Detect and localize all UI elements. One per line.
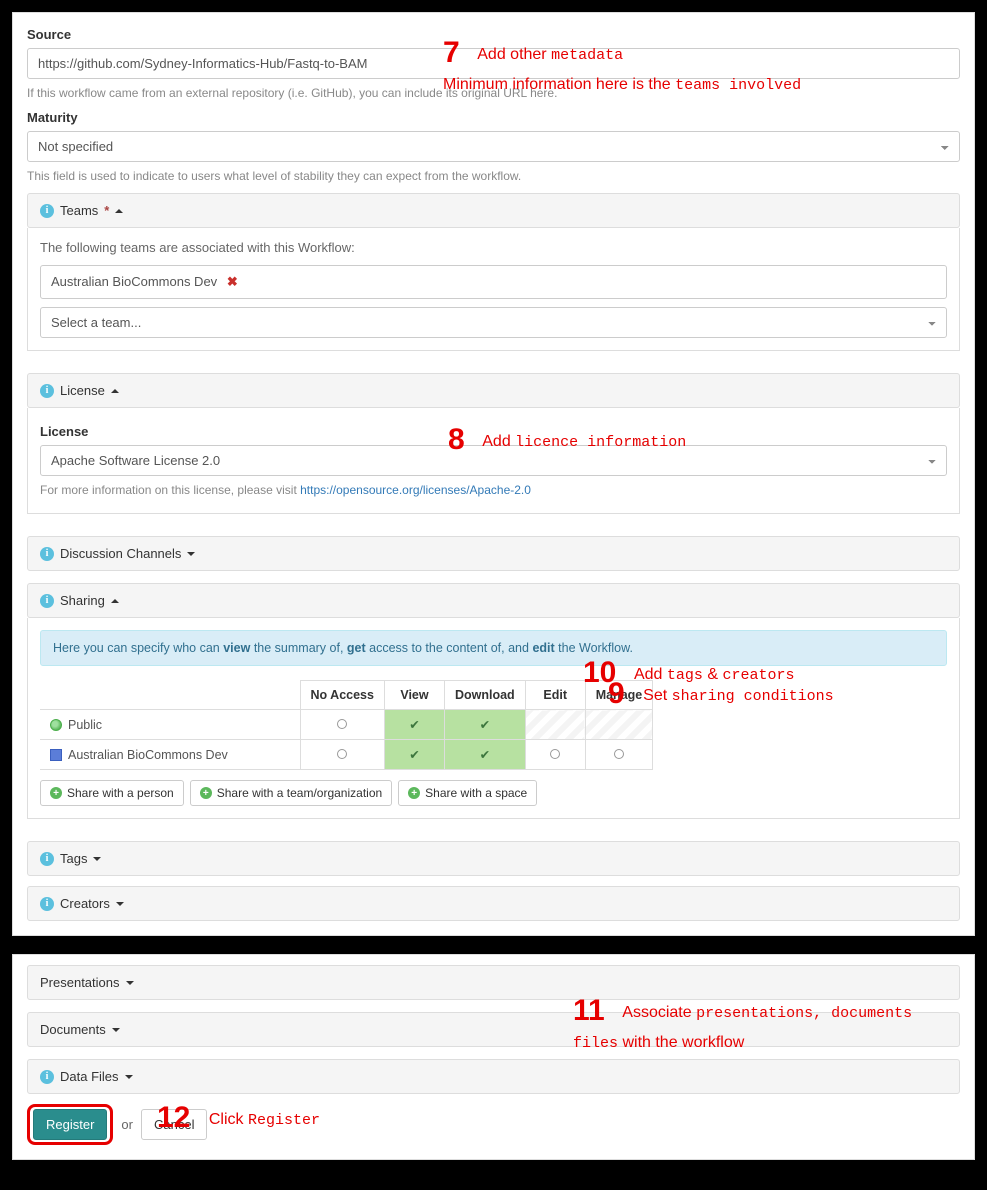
col-view: View <box>384 681 444 710</box>
maturity-help: This field is used to indicate to users … <box>27 169 960 183</box>
info-icon: i <box>40 1070 54 1084</box>
sharing-body: 9 Set sharing conditions Here you can sp… <box>27 618 960 819</box>
team-chip: Australian BioCommons Dev ✖ <box>40 265 947 299</box>
license-select[interactable]: Apache Software License 2.0 <box>40 445 947 476</box>
caret-up-icon <box>111 389 119 393</box>
presentations-title: Presentations <box>40 975 120 990</box>
discussion-section-header[interactable]: i Discussion Channels <box>27 536 960 571</box>
license-section-header[interactable]: i License <box>27 373 960 408</box>
caret-down-icon <box>116 902 124 906</box>
plus-icon: + <box>408 787 420 799</box>
perm-cell[interactable]: ✔ <box>444 740 525 770</box>
sharing-section-header[interactable]: i Sharing <box>27 583 960 618</box>
maturity-select[interactable]: Not specified <box>27 131 960 162</box>
caret-down-icon <box>126 981 134 985</box>
caret-down-icon <box>125 1075 133 1079</box>
data-files-section-header[interactable]: i Data Files <box>27 1059 960 1094</box>
tags-title: Tags <box>60 851 87 866</box>
share-space-button[interactable]: + Share with a space <box>398 780 537 806</box>
register-button[interactable]: Register <box>33 1109 107 1140</box>
main-form-card: 7 Add other metadata Minimum information… <box>12 12 975 936</box>
license-help: For more information on this license, pl… <box>40 483 947 497</box>
info-icon: i <box>40 384 54 398</box>
maturity-label: Maturity <box>27 110 960 125</box>
col-edit: Edit <box>525 681 585 710</box>
tags-section-header[interactable]: i Tags <box>27 841 960 876</box>
plus-icon: + <box>50 787 62 799</box>
org-icon <box>50 749 62 761</box>
documents-title: Documents <box>40 1022 106 1037</box>
perm-cell[interactable]: ✔ <box>384 740 444 770</box>
license-link[interactable]: https://opensource.org/licenses/Apache-2… <box>300 483 531 497</box>
teams-intro: The following teams are associated with … <box>40 240 947 255</box>
info-icon: i <box>40 204 54 218</box>
perm-cell[interactable] <box>300 710 384 740</box>
caret-down-icon <box>112 1028 120 1032</box>
sharing-title: Sharing <box>60 593 105 608</box>
perm-row-public: Public ✔ ✔ <box>40 710 653 740</box>
teams-title: Teams <box>60 203 98 218</box>
info-icon: i <box>40 897 54 911</box>
source-input[interactable] <box>27 48 960 79</box>
info-icon: i <box>40 594 54 608</box>
plus-icon: + <box>200 787 212 799</box>
creators-section-header[interactable]: i Creators <box>27 886 960 921</box>
team-chip-label: Australian BioCommons Dev <box>51 274 217 289</box>
perm-cell[interactable] <box>525 740 585 770</box>
perm-cell[interactable] <box>300 740 384 770</box>
perm-cell[interactable] <box>585 740 653 770</box>
license-title: License <box>60 383 105 398</box>
remove-team-icon[interactable]: ✖ <box>227 274 238 289</box>
required-mark: * <box>104 203 109 218</box>
source-label: Source <box>27 27 960 42</box>
globe-icon <box>50 719 62 731</box>
col-no-access: No Access <box>300 681 384 710</box>
permissions-table: No Access View Download Edit Manage Publ… <box>40 680 653 770</box>
perm-cell[interactable]: ✔ <box>384 710 444 740</box>
teams-body: The following teams are associated with … <box>27 228 960 351</box>
info-icon: i <box>40 852 54 866</box>
cancel-button[interactable]: Cancel <box>141 1109 207 1140</box>
caret-down-icon <box>187 552 195 556</box>
share-team-button[interactable]: + Share with a team/organization <box>190 780 392 806</box>
license-field-label: License <box>40 424 947 439</box>
creators-title: Creators <box>60 896 110 911</box>
caret-down-icon <box>93 857 101 861</box>
perm-row-org: Australian BioCommons Dev ✔ ✔ <box>40 740 653 770</box>
license-body: 8 Add licence information License Apache… <box>27 408 960 514</box>
register-highlight-ring: Register <box>27 1104 113 1145</box>
teams-section-header[interactable]: i Teams * <box>27 193 960 228</box>
or-text: or <box>121 1117 133 1132</box>
data-files-title: Data Files <box>60 1069 119 1084</box>
discussion-title: Discussion Channels <box>60 546 181 561</box>
share-person-button[interactable]: + Share with a person <box>40 780 184 806</box>
col-manage: Manage <box>585 681 653 710</box>
documents-section-header[interactable]: Documents <box>27 1012 960 1047</box>
caret-up-icon <box>111 599 119 603</box>
caret-up-icon <box>115 209 123 213</box>
source-help: If this workflow came from an external r… <box>27 86 960 100</box>
perm-cell[interactable]: ✔ <box>444 710 525 740</box>
sharing-info: Here you can specify who can view the su… <box>40 630 947 666</box>
col-download: Download <box>444 681 525 710</box>
associations-card: 11 Associate presentations, documents fi… <box>12 954 975 1160</box>
info-icon: i <box>40 547 54 561</box>
presentations-section-header[interactable]: Presentations <box>27 965 960 1000</box>
perm-cell <box>585 710 653 740</box>
perm-cell <box>525 710 585 740</box>
team-select[interactable]: Select a team... <box>40 307 947 338</box>
